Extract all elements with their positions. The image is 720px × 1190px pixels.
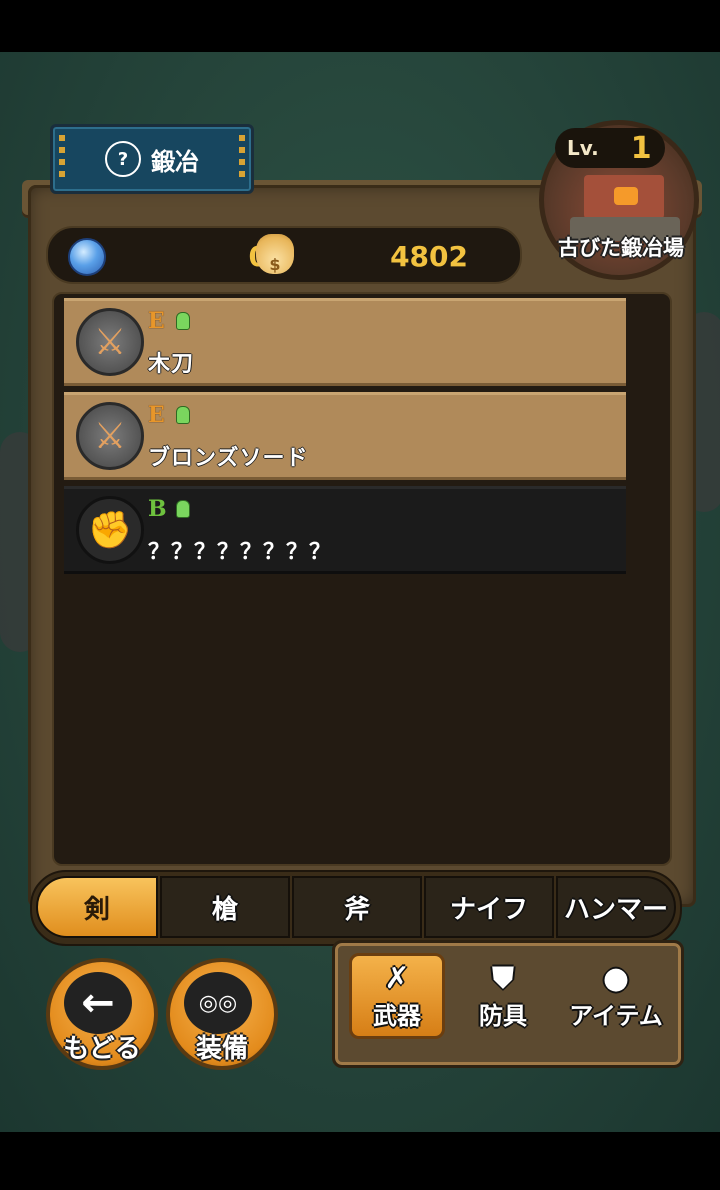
- facility-badge[interactable]: Lv. 1 古びた鍛冶場: [537, 116, 705, 280]
- item-orb-icon: ●: [602, 960, 630, 996]
- type-selector: ✗ 武器 ⛊ 防具 ● アイテム: [332, 940, 684, 1068]
- page-title: 鍛冶: [151, 147, 199, 176]
- back-arrow-icon: ←: [64, 972, 132, 1034]
- type-armor-button[interactable]: ⛊ 防具: [455, 953, 551, 1039]
- equip-goggles-icon: ◎◎: [184, 972, 252, 1034]
- forge-fire: [614, 187, 638, 205]
- type-label: 防具: [479, 1001, 527, 1030]
- rank-badge: B: [148, 496, 167, 522]
- rank-badge: E: [148, 308, 165, 334]
- item-name: 木刀: [148, 352, 195, 377]
- level-pill: Lv. 1: [555, 128, 665, 168]
- lock-icon: [176, 312, 190, 330]
- type-label: 武器: [373, 1001, 421, 1030]
- item-list: ⚔ E 木刀 ⚔ E ブロンズソード ✊ B ？？？？？？？？: [52, 292, 672, 866]
- back-label: もどる: [63, 1034, 141, 1064]
- back-button[interactable]: ← もどる: [46, 958, 158, 1070]
- list-item[interactable]: ⚔ E 木刀: [64, 298, 626, 386]
- coin-bag-icon: $: [256, 234, 294, 274]
- tab-sword[interactable]: 剣: [36, 876, 158, 938]
- equip-button[interactable]: ◎◎ 装備: [166, 958, 278, 1070]
- tab-decoration: [239, 135, 245, 181]
- tab-decoration: [59, 135, 65, 181]
- shield-icon: ⛊: [491, 960, 515, 996]
- tab-knife[interactable]: ナイフ: [424, 876, 554, 938]
- rank-badge: E: [148, 402, 165, 428]
- level-number: 1: [630, 130, 652, 166]
- equip-label: 装備: [195, 1034, 248, 1064]
- facility-name: 古びた鍛冶場: [558, 236, 684, 260]
- type-label: アイテム: [569, 1001, 663, 1030]
- type-weapon-button[interactable]: ✗ 武器: [349, 953, 445, 1039]
- category-tabs: 剣 槍 斧 ナイフ ハンマー: [30, 870, 682, 946]
- tab-axe[interactable]: 斧: [292, 876, 422, 938]
- bronze-sword-icon: ⚔: [76, 402, 144, 470]
- smith-icon: ?: [105, 141, 141, 177]
- type-item-button[interactable]: ● アイテム: [561, 953, 671, 1039]
- lock-icon: [176, 500, 190, 518]
- item-name: ？？？？？？？？: [148, 540, 333, 565]
- wooden-sword-icon: ⚔: [76, 308, 144, 376]
- item-name: ブロンズソード: [148, 446, 309, 471]
- currency-bar: 0 $ 4802: [46, 226, 522, 284]
- list-item[interactable]: ✊ B ？？？？？？？？: [64, 486, 626, 574]
- weapon-icon: ✗: [384, 960, 410, 996]
- locked-weapon-icon: ✊: [76, 496, 144, 564]
- tab-spear[interactable]: 槍: [160, 876, 290, 938]
- level-label: Lv.: [567, 136, 599, 160]
- tab-hammer[interactable]: ハンマー: [556, 876, 676, 938]
- coin-count: 4802: [390, 240, 468, 273]
- lock-icon: [176, 406, 190, 424]
- title-tab: ? 鍛冶: [50, 124, 254, 194]
- gem-icon: [68, 238, 106, 276]
- list-item[interactable]: ⚔ E ブロンズソード: [64, 392, 626, 480]
